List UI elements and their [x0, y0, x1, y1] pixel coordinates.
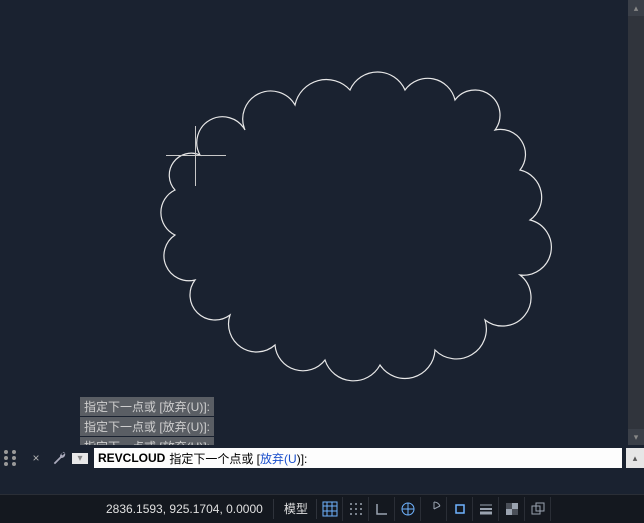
drawing-canvas[interactable]: [0, 0, 644, 395]
scroll-up-icon[interactable]: ▴: [628, 0, 644, 16]
grid-icon[interactable]: [319, 497, 343, 521]
scroll-down-icon[interactable]: ▾: [628, 429, 644, 445]
command-prompt: 指定下一个点或 [放弃(U)]:: [169, 450, 307, 467]
history-line: 指定下一点或 [放弃(U)]:: [80, 397, 214, 416]
active-command: REVCLOUD: [98, 451, 165, 465]
vertical-scrollbar[interactable]: ▴ ▾: [628, 0, 644, 445]
polar-icon[interactable]: [397, 497, 421, 521]
lineweight-icon[interactable]: [475, 497, 499, 521]
recent-commands-icon[interactable]: ▾: [72, 453, 88, 464]
chevron-up-icon[interactable]: ▴: [626, 448, 644, 468]
status-bar: 2836.1593, 925.1704, 0.0000 模型: [0, 494, 644, 523]
isoplane-icon[interactable]: [423, 497, 447, 521]
ortho-icon[interactable]: [371, 497, 395, 521]
command-bar: × ▾ REVCLOUD 指定下一个点或 [放弃(U)]: ▴: [0, 445, 644, 471]
snap-icon[interactable]: [345, 497, 369, 521]
osnap-icon[interactable]: [449, 497, 473, 521]
history-line: 指定下一点或 [放弃(U)]:: [80, 417, 214, 436]
transparency-icon[interactable]: [501, 497, 525, 521]
command-input[interactable]: REVCLOUD 指定下一个点或 [放弃(U)]:: [94, 448, 622, 468]
model-tab[interactable]: 模型: [276, 499, 317, 519]
revcloud-shape: [161, 72, 551, 381]
close-icon[interactable]: ×: [26, 448, 46, 468]
wrench-icon[interactable]: [50, 448, 70, 468]
coordinates-readout[interactable]: 2836.1593, 925.1704, 0.0000: [96, 499, 274, 519]
cycle-icon[interactable]: [527, 497, 551, 521]
cmdbar-grip-icon[interactable]: [2, 448, 22, 468]
